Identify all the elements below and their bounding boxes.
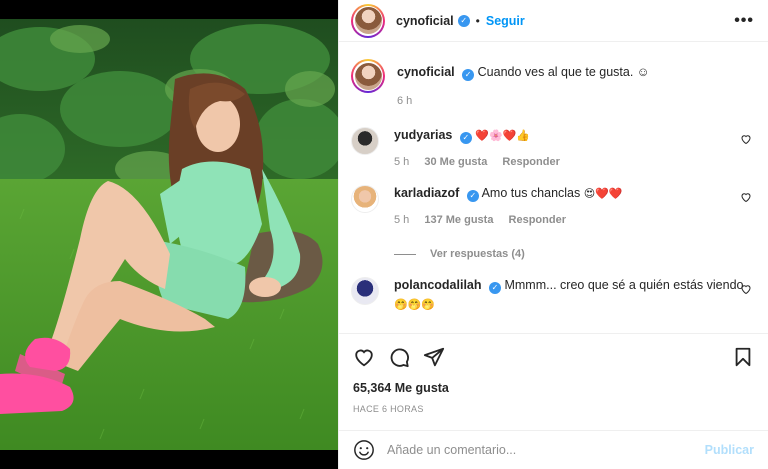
publish-button[interactable]: Publicar	[705, 443, 754, 457]
replies-line	[394, 253, 416, 255]
comment-item: karladiazof ✓ Amo tus chanclas 😍❤️❤️ 5 h…	[351, 185, 756, 262]
comment-emojis: 😍❤️❤️	[583, 188, 623, 200]
verified-badge-icon: ✓	[457, 14, 470, 27]
comment-text: Mmmm... creo que sé a quién estás viendo	[504, 278, 744, 292]
separator-dot: •	[475, 13, 480, 28]
like-heart-icon[interactable]	[353, 346, 375, 368]
comment-username[interactable]: yudyarias	[394, 128, 452, 142]
reply-button[interactable]: Responder	[509, 214, 566, 226]
author-avatar[interactable]	[351, 3, 385, 38]
comment-item: polancodalilah ✓ Mmmm... creo que sé a q…	[351, 277, 756, 313]
comment-text: Amo tus chanclas	[481, 186, 581, 200]
verified-badge-icon: ✓	[489, 282, 501, 294]
caption: cynoficial ✓ Cuando ves al que te gusta.…	[351, 59, 756, 109]
more-options-icon[interactable]: •••	[734, 12, 754, 30]
comment-username[interactable]: karladiazof	[394, 186, 459, 200]
comment-bubble-icon[interactable]	[388, 346, 410, 368]
post-actions: 65,364 Me gusta HACE 6 HORAS	[339, 333, 768, 414]
like-comment-heart-icon[interactable]	[740, 133, 752, 145]
caption-time[interactable]: 6 h	[397, 95, 412, 107]
caption-text: Cuando ves al que te gusta.	[477, 65, 634, 79]
commenter-avatar[interactable]	[351, 127, 379, 155]
post-image	[0, 19, 338, 450]
verified-badge-icon: ✓	[459, 132, 472, 144]
caption-avatar[interactable]	[351, 59, 385, 93]
post-header: cynoficial ✓ • Seguir •••	[339, 0, 768, 42]
verified-badge-icon: ✓	[466, 190, 479, 202]
caption-emoji: ☺	[636, 65, 650, 79]
share-send-icon[interactable]	[423, 346, 445, 368]
comment-input[interactable]	[387, 443, 705, 457]
caption-username[interactable]: cynoficial	[397, 65, 455, 79]
comment-likes[interactable]: 137 Me gusta	[424, 214, 493, 226]
verified-badge-icon: ✓	[462, 69, 475, 81]
commenter-avatar[interactable]	[351, 185, 379, 213]
comment-emojis: 🤭🤭🤭	[394, 299, 436, 311]
comment-emojis: ❤️🌸❤️👍	[475, 130, 531, 142]
comment-likes[interactable]: 30 Me gusta	[424, 156, 487, 168]
post-side-panel: cynoficial ✓ • Seguir ••• cynoficial ✓ C…	[338, 0, 768, 469]
save-bookmark-icon[interactable]	[732, 346, 754, 368]
emoji-picker-icon[interactable]	[353, 439, 375, 461]
comment-composer: Publicar	[339, 430, 768, 469]
likes-count[interactable]: 65,364 Me gusta	[353, 381, 754, 395]
view-replies-button[interactable]: Ver respuestas (4)	[430, 246, 525, 262]
author-username[interactable]: cynoficial	[396, 14, 454, 28]
comments-list[interactable]: cynoficial ✓ Cuando ves al que te gusta.…	[339, 43, 768, 333]
post-photo-panel	[0, 0, 338, 469]
reply-button[interactable]: Responder	[502, 156, 559, 168]
comment-time[interactable]: 5 h	[394, 214, 409, 226]
post-photo[interactable]	[0, 19, 338, 450]
like-comment-heart-icon[interactable]	[740, 191, 752, 203]
follow-button[interactable]: Seguir	[486, 14, 525, 28]
post-time[interactable]: HACE 6 HORAS	[353, 404, 754, 414]
comment-username[interactable]: polancodalilah	[394, 278, 482, 292]
like-comment-heart-icon[interactable]	[740, 283, 752, 295]
commenter-avatar[interactable]	[351, 277, 379, 305]
comment-item: yudyarias ✓ ❤️🌸❤️👍 5 h 30 Me gusta Respo…	[351, 127, 756, 170]
comment-time[interactable]: 5 h	[394, 156, 409, 168]
